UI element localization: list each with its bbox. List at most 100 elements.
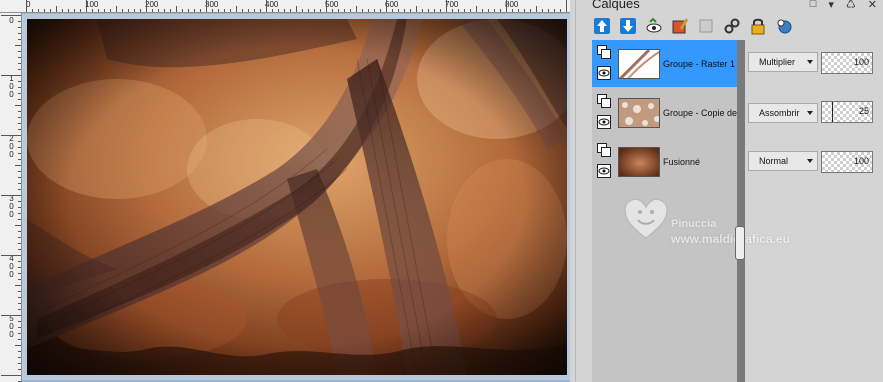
layer-name: Groupe - Copie de F xyxy=(663,107,741,118)
blend-mode-value: Multiplier xyxy=(759,57,796,67)
ruler-tick xyxy=(86,0,87,12)
edit-layer-icon[interactable] xyxy=(670,16,690,36)
ruler-left: 0 1 0 0 2 0 0 3 0 0 4 0 0 5 0 0 xyxy=(0,13,22,382)
mask-icon[interactable] xyxy=(774,16,794,36)
ruler-tick xyxy=(18,309,21,310)
eye-icon[interactable] xyxy=(597,66,611,80)
layer-row[interactable]: Fusionné xyxy=(592,138,744,185)
ruler-tick xyxy=(18,141,21,142)
dropdown-icon[interactable]: ▾ xyxy=(828,0,834,11)
blend-mode-select[interactable]: Assombrir xyxy=(748,103,818,123)
opacity-slider[interactable]: 100 xyxy=(821,52,873,74)
ruler-tick xyxy=(524,9,525,12)
ruler-top-label: 400 xyxy=(265,0,279,9)
ruler-tick xyxy=(18,147,21,148)
layer-row[interactable]: Groupe - Raster 1 xyxy=(592,40,744,87)
layer-list-scrollbar[interactable] xyxy=(735,40,745,382)
ruler-tick xyxy=(266,0,267,12)
opacity-slider[interactable]: 25 xyxy=(821,101,873,123)
eye-icon[interactable] xyxy=(597,164,611,178)
watermark-name: Pinuccia xyxy=(671,218,717,230)
ruler-tick xyxy=(434,9,435,12)
ruler-tick xyxy=(248,9,249,12)
ruler-tick xyxy=(392,9,393,12)
ruler-tick xyxy=(290,9,291,12)
ruler-tick xyxy=(530,9,531,12)
ruler-tick xyxy=(116,6,117,12)
opacity-value: 100 xyxy=(853,156,869,166)
watermark: Pinuccia www.maldigrafica.eu xyxy=(621,192,821,252)
group-icon[interactable] xyxy=(597,143,611,157)
blend-mode-value: Normal xyxy=(759,156,789,166)
layer-thumbnail xyxy=(618,97,660,128)
scrollbar-handle[interactable] xyxy=(735,226,745,260)
artwork-image[interactable] xyxy=(27,19,567,375)
ruler-left-label: 5 0 0 xyxy=(9,314,14,339)
ruler-tick xyxy=(128,9,129,12)
ruler-tick xyxy=(164,9,165,12)
ruler-tick xyxy=(18,189,21,190)
pin-icon[interactable]: ♺ xyxy=(846,0,856,11)
ruler-tick xyxy=(18,273,21,274)
maximize-icon[interactable]: □ xyxy=(810,0,817,11)
ruler-tick xyxy=(494,9,495,12)
blend-mode-select[interactable]: Multiplier xyxy=(748,52,818,72)
ruler-tick xyxy=(18,303,21,304)
ruler-tick xyxy=(176,6,177,12)
ruler-tick xyxy=(68,9,69,12)
ruler-tick xyxy=(146,0,147,12)
ruler-tick xyxy=(18,57,21,58)
ruler-left-label: 3 0 0 xyxy=(9,194,14,219)
ruler-tick xyxy=(452,9,453,12)
ruler-tick xyxy=(18,291,21,292)
ruler-left-label: 1 0 0 xyxy=(9,74,14,99)
ruler-tick xyxy=(512,9,513,12)
canvas-area[interactable]: 0 100 200 300 400 500 600 700 800 0 1 0 … xyxy=(0,0,570,382)
ruler-tick xyxy=(200,9,201,12)
move-down-icon[interactable] xyxy=(618,16,638,36)
ruler-tick xyxy=(18,111,21,112)
ruler-tick xyxy=(18,51,21,52)
close-icon[interactable]: ✕ xyxy=(868,0,877,11)
opacity-slider[interactable]: 100 xyxy=(821,151,873,173)
ruler-tick xyxy=(224,9,225,12)
chevron-down-icon xyxy=(807,60,813,64)
ruler-tick xyxy=(344,9,345,12)
group-icon[interactable] xyxy=(597,94,611,108)
ruler-tick xyxy=(15,285,21,286)
ruler-tick xyxy=(518,9,519,12)
ruler-tick xyxy=(18,159,21,160)
ruler-tick xyxy=(362,9,363,12)
eye-icon[interactable] xyxy=(597,115,611,129)
ruler-tick xyxy=(350,9,351,12)
ruler-tick xyxy=(18,243,21,244)
layer-row[interactable]: Groupe - Copie de F xyxy=(592,89,744,136)
visibility-toggle-icon[interactable] xyxy=(644,16,664,36)
delete-layer-icon[interactable] xyxy=(696,16,716,36)
ruler-tick xyxy=(188,9,189,12)
ruler-top-label: 300 xyxy=(205,0,219,9)
blend-mode-select[interactable]: Normal xyxy=(748,151,818,171)
ruler-tick xyxy=(410,9,411,12)
layer-name: Fusionné xyxy=(663,156,701,167)
move-up-icon[interactable] xyxy=(592,16,612,36)
watermark-url: www.maldigrafica.eu xyxy=(671,232,790,246)
ruler-tick xyxy=(18,363,21,364)
image-frame xyxy=(22,14,570,380)
link-icon[interactable] xyxy=(722,16,742,36)
ruler-tick xyxy=(18,357,21,358)
ruler-tick xyxy=(18,183,21,184)
ruler-tick xyxy=(482,9,483,12)
ruler-tick xyxy=(56,6,57,12)
ruler-tick xyxy=(206,0,207,12)
group-icon[interactable] xyxy=(597,45,611,59)
ruler-tick xyxy=(158,9,159,12)
ruler-tick xyxy=(284,9,285,12)
ruler-tick xyxy=(272,9,273,12)
ruler-tick xyxy=(15,225,21,226)
ruler-tick xyxy=(18,333,21,334)
ruler-top-label: 600 xyxy=(385,0,399,9)
ruler-tick xyxy=(446,0,447,12)
lock-icon[interactable] xyxy=(748,16,768,36)
opacity-marker[interactable] xyxy=(832,102,833,122)
